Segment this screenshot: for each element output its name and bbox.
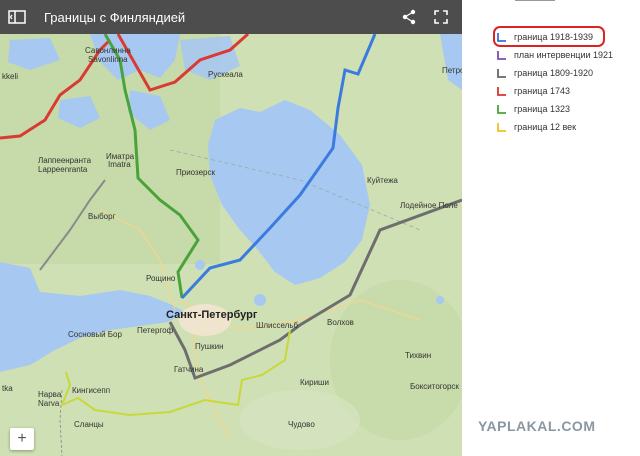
line-style-icon <box>497 87 506 96</box>
place-label: Выборг <box>88 212 116 221</box>
legend-item-label: граница 1809-1920 <box>514 68 593 78</box>
legend-item-label: план интервенции 1921 <box>514 50 614 60</box>
line-style-icon <box>497 105 506 114</box>
place-label: Савонлинна <box>85 46 131 55</box>
place-label: Пушкин <box>195 342 224 351</box>
place-label: Лаппеенранта <box>38 156 92 165</box>
place-label: Петергоф <box>137 326 174 335</box>
sidebar-toggle-button[interactable] <box>0 0 34 34</box>
place-label: Волхов <box>327 318 354 327</box>
map-title: Границы с Финляндией <box>44 9 186 25</box>
legend-highlight-circle <box>493 26 605 47</box>
place-label: Петроз <box>442 66 462 75</box>
legend-item-label: граница 1323 <box>514 104 570 114</box>
place-label: Savonlinna <box>88 55 128 64</box>
legend-item[interactable]: граница 1743 <box>496 82 636 100</box>
map-view[interactable]: Савонлинна Savonlinna kkeli Рускеала Пет… <box>0 0 462 456</box>
line-style-icon <box>497 69 506 78</box>
line-style-icon <box>497 51 506 60</box>
place-label: Narva <box>38 399 60 408</box>
place-label: Рощино <box>146 274 176 283</box>
line-style-icon <box>497 123 506 132</box>
place-label: tka <box>2 384 13 393</box>
share-icon <box>402 9 416 25</box>
place-label: Куйтежа <box>367 176 398 185</box>
map-title-bar: Границы с Финляндией <box>0 0 462 34</box>
fullscreen-icon <box>434 10 448 24</box>
place-label: Рускеала <box>208 70 243 79</box>
map-legend: граница 1918-1939 план интервенции 1921 гр… <box>493 26 636 136</box>
legend-item-label: граница 1743 <box>514 86 570 96</box>
place-label: Lappeenranta <box>38 165 88 174</box>
sidebar-toggle-icon <box>8 10 26 24</box>
place-label: Лодейное Поле <box>400 201 458 210</box>
place-label: Кингисепп <box>72 386 111 395</box>
legend-item-label: граница 12 век <box>514 122 577 132</box>
map-canvas[interactable] <box>0 0 462 456</box>
place-label: kkeli <box>2 72 19 81</box>
place-label: Приозерск <box>176 168 216 177</box>
place-label: Гатчина <box>174 365 204 374</box>
fullscreen-button[interactable] <box>428 4 454 30</box>
place-label: Сланцы <box>74 420 104 429</box>
divider <box>515 0 555 1</box>
place-label: Чудово <box>288 420 315 429</box>
place-label: Нарва <box>38 390 62 399</box>
legend-item[interactable]: граница 1809-1920 <box>496 64 636 82</box>
place-label: Imatra <box>108 160 131 169</box>
city-label-spb: Санкт-Петербург <box>166 309 258 321</box>
share-button[interactable] <box>396 4 422 30</box>
place-label: Сосновый Бор <box>68 330 122 339</box>
place-label: Бокситогорск <box>410 382 459 391</box>
legend-item[interactable]: граница 12 век <box>496 118 636 136</box>
legend-item[interactable]: план интервенции 1921 <box>496 46 636 64</box>
watermark: YAPLAKAL.COM <box>478 418 596 434</box>
zoom-in-button[interactable]: + <box>10 428 34 450</box>
legend-item[interactable]: граница 1323 <box>496 100 636 118</box>
place-label: Шлиссельб <box>256 321 299 330</box>
place-label: Тихвин <box>405 351 432 360</box>
place-label: Кириши <box>300 378 329 387</box>
